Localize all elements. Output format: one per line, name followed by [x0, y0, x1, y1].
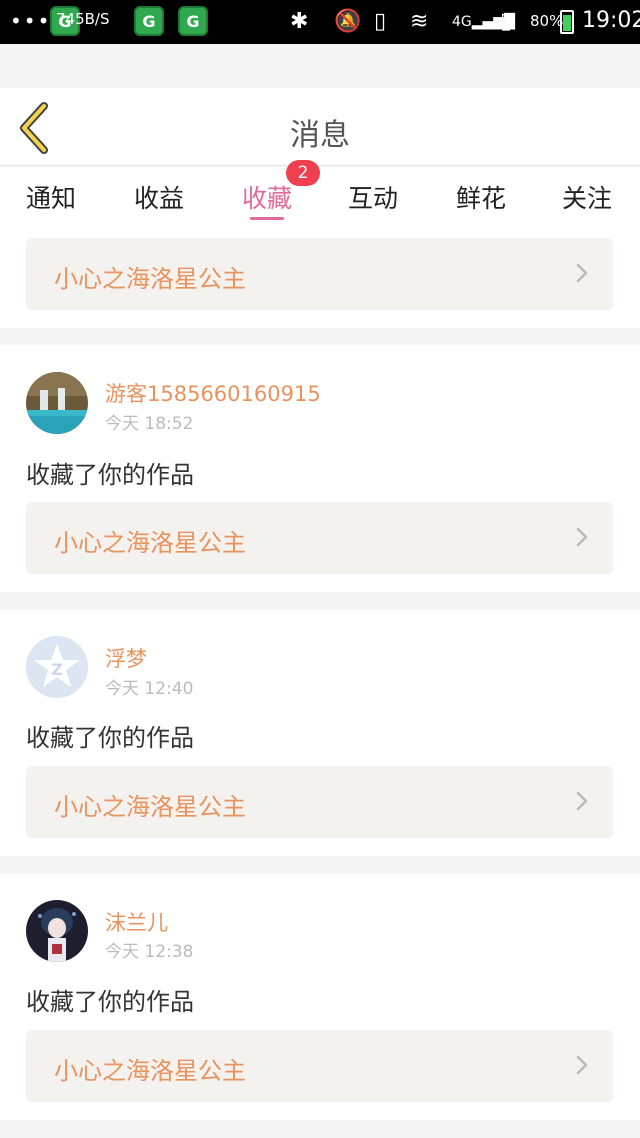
svg-text:Z: Z [51, 660, 63, 679]
page-title: 消息 [290, 118, 350, 153]
avatar[interactable] [26, 900, 88, 962]
avatar[interactable] [26, 372, 88, 434]
battery-icon [560, 10, 574, 34]
work-title: 小心之海洛星公主 [54, 793, 246, 821]
network-speed: 745B/S [56, 10, 110, 28]
username[interactable]: 游客1585660160915 [105, 378, 321, 408]
vibrate-icon: ▯ [374, 9, 387, 34]
action-text: 收藏了你的作品 [26, 724, 194, 752]
status-bar: ••• G 745B/S G G ✱ 🔕 ▯ ≋ 4G▂▄▆█ ▯ 80% 19… [0, 0, 640, 44]
default-star-avatar-icon: Z [26, 636, 88, 698]
overflow-dots-icon: ••• [10, 9, 52, 33]
active-tab-indicator [250, 217, 284, 220]
clock: 19:02 [582, 8, 640, 33]
timestamp: 今天 12:40 [105, 679, 194, 699]
chevron-right-icon [576, 263, 588, 283]
timestamp: 今天 12:38 [105, 942, 194, 962]
anime-girl-avatar-icon [26, 900, 88, 962]
app-notification-icon: G [178, 6, 208, 36]
chevron-right-icon [576, 1055, 588, 1075]
avatar[interactable]: Z [26, 636, 88, 698]
list-item: 小心之海洛星公主 [0, 229, 640, 328]
action-text: 收藏了你的作品 [26, 988, 194, 1016]
battery-percent: 80% [530, 12, 564, 30]
bluetooth-icon: ✱ [290, 9, 309, 34]
wifi-icon: ≋ [410, 9, 429, 34]
work-title: 小心之海洛星公主 [54, 265, 246, 293]
app-notification-icon: G [134, 6, 164, 36]
tab-follows[interactable]: 关注 [542, 179, 632, 215]
work-link[interactable]: 小心之海洛星公主 [26, 1030, 613, 1102]
tab-interactions[interactable]: 互动 [328, 179, 418, 215]
tab-bar: 通知 收益 收藏 互动 鲜花 关注 [0, 167, 640, 229]
tab-earnings[interactable]: 收益 [114, 179, 204, 215]
timestamp: 今天 18:52 [105, 414, 194, 434]
work-link[interactable]: 小心之海洛星公主 [26, 766, 613, 838]
chevron-right-icon [576, 791, 588, 811]
header: 消息 [0, 88, 640, 166]
list-item: 游客1585660160915 今天 18:52 收藏了你的作品 小心之海洛星公… [0, 345, 640, 592]
list-item: Z 浮梦 今天 12:40 收藏了你的作品 小心之海洛星公主 [0, 610, 640, 856]
work-link[interactable]: 小心之海洛星公主 [26, 238, 613, 310]
favorites-count-badge: 2 [286, 160, 320, 186]
chevron-right-icon [576, 527, 588, 547]
tab-flowers[interactable]: 鲜花 [436, 179, 526, 215]
tab-notifications[interactable]: 通知 [6, 179, 96, 215]
mute-icon: 🔕 [334, 9, 362, 34]
work-title: 小心之海洛星公主 [54, 1057, 246, 1085]
sim-icon: ▯ [500, 9, 513, 34]
username[interactable]: 沫兰儿 [105, 907, 168, 937]
list-item: 沫兰儿 今天 12:38 收藏了你的作品 小心之海洛星公主 [0, 874, 640, 1120]
action-text: 收藏了你的作品 [26, 461, 194, 489]
waterfall-photo-avatar-icon [26, 372, 88, 434]
work-title: 小心之海洛星公主 [54, 529, 246, 557]
username[interactable]: 浮梦 [105, 643, 147, 673]
work-link[interactable]: 小心之海洛星公主 [26, 502, 613, 574]
